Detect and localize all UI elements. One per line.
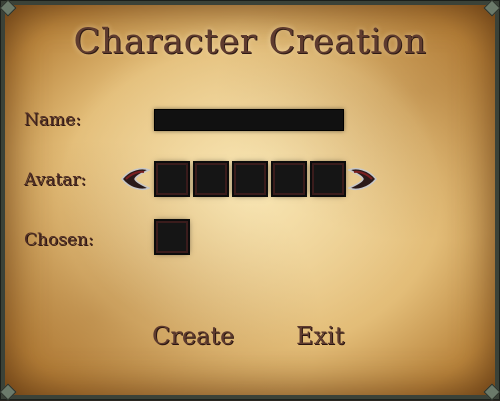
name-input[interactable] (154, 109, 344, 131)
corner-ornament (0, 0, 17, 17)
corner-ornament (483, 383, 500, 401)
create-button[interactable]: Create (152, 322, 234, 350)
corner-ornament (483, 0, 500, 17)
right-arrow-icon[interactable] (348, 164, 378, 194)
chosen-label: Chosen: (24, 230, 94, 250)
left-arrow-icon[interactable] (120, 164, 150, 194)
name-label: Name: (24, 110, 81, 130)
corner-ornament (0, 383, 17, 401)
page-title: Character Creation (73, 22, 427, 62)
chosen-avatar-slot (156, 221, 188, 253)
avatar-label: Avatar: (24, 170, 87, 190)
avatar-slot[interactable] (156, 163, 188, 195)
avatar-slot[interactable] (234, 163, 266, 195)
exit-button[interactable]: Exit (296, 322, 344, 350)
avatar-slot[interactable] (195, 163, 227, 195)
avatar-slot[interactable] (312, 163, 344, 195)
avatar-slot[interactable] (273, 163, 305, 195)
